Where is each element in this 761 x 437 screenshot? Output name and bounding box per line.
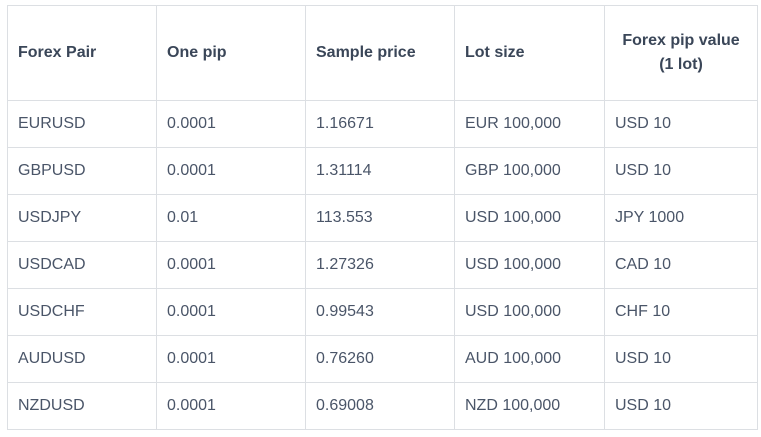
- cell-sample-price: 113.553: [305, 194, 455, 242]
- cell-pair: NZDUSD: [7, 382, 157, 430]
- table-row: EURUSD 0.0001 1.16671 EUR 100,000 USD 10: [7, 100, 758, 148]
- cell-pair: GBPUSD: [7, 147, 157, 195]
- cell-sample-price: 1.16671: [305, 100, 455, 148]
- cell-pair: AUDUSD: [7, 335, 157, 383]
- cell-sample-price: 0.69008: [305, 382, 455, 430]
- forex-pip-table-container: Forex Pair One pip Sample price Lot size…: [7, 5, 758, 430]
- cell-pair: EURUSD: [7, 100, 157, 148]
- cell-lot-size: NZD 100,000: [454, 382, 605, 430]
- header-row: Forex Pair One pip Sample price Lot size…: [7, 5, 758, 101]
- table-body: EURUSD 0.0001 1.16671 EUR 100,000 USD 10…: [7, 100, 758, 430]
- cell-pip-value: USD 10: [604, 335, 758, 383]
- forex-pip-table: Forex Pair One pip Sample price Lot size…: [7, 5, 758, 430]
- cell-lot-size: GBP 100,000: [454, 147, 605, 195]
- cell-pip-value: JPY 1000: [604, 194, 758, 242]
- cell-one-pip: 0.0001: [156, 241, 306, 289]
- cell-pip-value: USD 10: [604, 382, 758, 430]
- cell-lot-size: USD 100,000: [454, 288, 605, 336]
- cell-pair: USDCHF: [7, 288, 157, 336]
- cell-pip-value: CHF 10: [604, 288, 758, 336]
- table-row: USDCAD 0.0001 1.27326 USD 100,000 CAD 10: [7, 241, 758, 289]
- cell-pip-value: USD 10: [604, 147, 758, 195]
- cell-pip-value: USD 10: [604, 100, 758, 148]
- cell-pair: USDJPY: [7, 194, 157, 242]
- cell-pair: USDCAD: [7, 241, 157, 289]
- cell-sample-price: 0.76260: [305, 335, 455, 383]
- table-row: GBPUSD 0.0001 1.31114 GBP 100,000 USD 10: [7, 147, 758, 195]
- cell-lot-size: EUR 100,000: [454, 100, 605, 148]
- cell-sample-price: 1.27326: [305, 241, 455, 289]
- cell-lot-size: USD 100,000: [454, 241, 605, 289]
- table-header: Forex Pair One pip Sample price Lot size…: [7, 5, 758, 101]
- cell-pip-value: CAD 10: [604, 241, 758, 289]
- header-pip-value: Forex pip value (1 lot): [604, 5, 758, 101]
- cell-lot-size: USD 100,000: [454, 194, 605, 242]
- header-one-pip: One pip: [156, 5, 306, 101]
- cell-lot-size: AUD 100,000: [454, 335, 605, 383]
- cell-one-pip: 0.0001: [156, 288, 306, 336]
- cell-one-pip: 0.0001: [156, 147, 306, 195]
- cell-one-pip: 0.0001: [156, 335, 306, 383]
- table-row: USDJPY 0.01 113.553 USD 100,000 JPY 1000: [7, 194, 758, 242]
- cell-one-pip: 0.0001: [156, 382, 306, 430]
- table-row: USDCHF 0.0001 0.99543 USD 100,000 CHF 10: [7, 288, 758, 336]
- cell-sample-price: 0.99543: [305, 288, 455, 336]
- cell-one-pip: 0.0001: [156, 100, 306, 148]
- cell-one-pip: 0.01: [156, 194, 306, 242]
- header-sample-price: Sample price: [305, 5, 455, 101]
- table-row: AUDUSD 0.0001 0.76260 AUD 100,000 USD 10: [7, 335, 758, 383]
- header-lot-size: Lot size: [454, 5, 605, 101]
- table-row: NZDUSD 0.0001 0.69008 NZD 100,000 USD 10: [7, 382, 758, 430]
- cell-sample-price: 1.31114: [305, 147, 455, 195]
- header-forex-pair: Forex Pair: [7, 5, 157, 101]
